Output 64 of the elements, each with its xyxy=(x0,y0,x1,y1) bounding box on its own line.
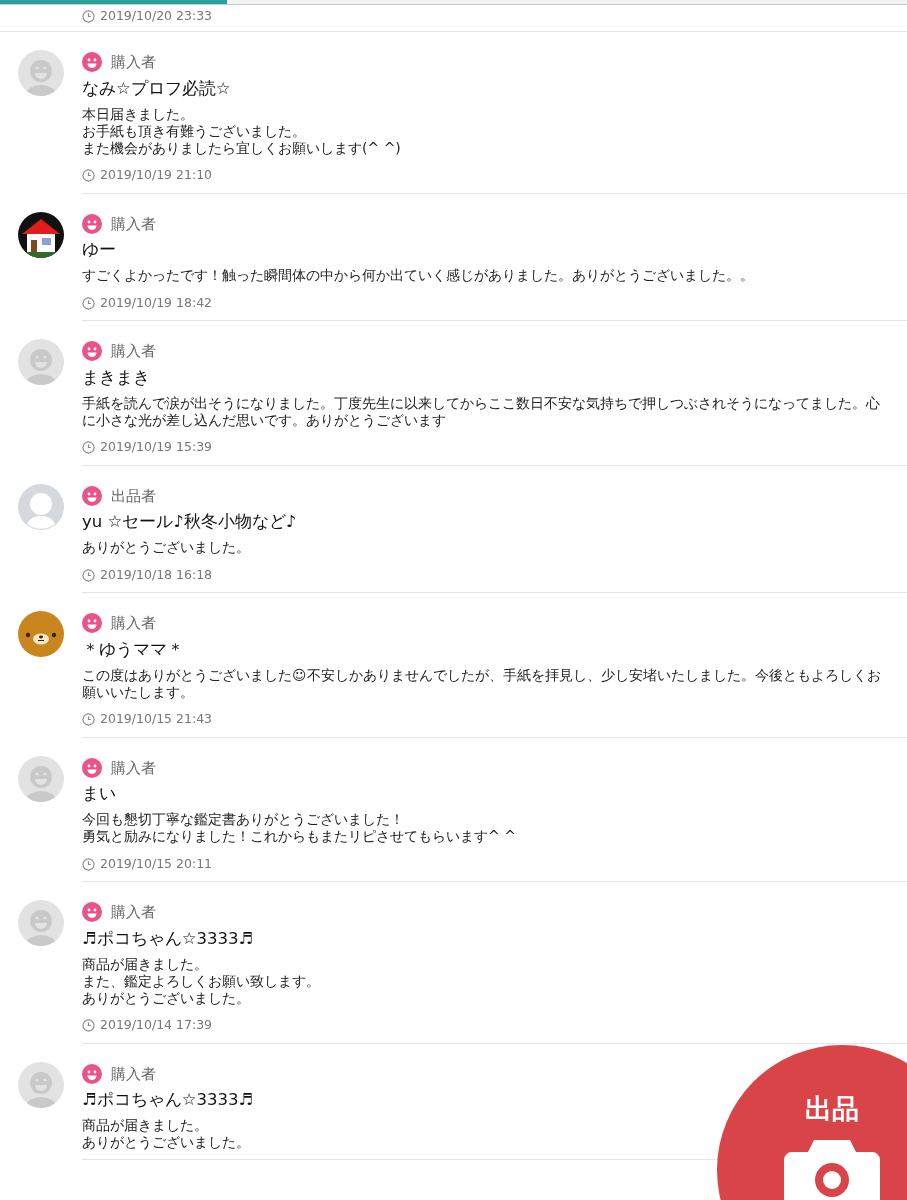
smiley-icon xyxy=(82,485,102,506)
clock-icon xyxy=(82,857,95,871)
user-name: ＊ゆうママ＊ xyxy=(82,638,184,661)
user-name: ♬ポコちゃん☆3333♬ xyxy=(82,927,254,950)
timestamp: 2019/10/14 17:39 xyxy=(100,1016,213,1035)
comment-line: 本日届きました。 xyxy=(82,105,195,123)
clock-icon xyxy=(82,9,95,23)
user-role: 購入者 xyxy=(111,1063,156,1085)
user-name: ♬ポコちゃん☆3333♬ xyxy=(82,1089,254,1111)
comment-line: 今回も懇切丁寧な鑑定書ありがとうございました！ xyxy=(82,811,405,828)
avatar-icon xyxy=(18,1061,64,1108)
user-name: yu ☆セール♪秋冬小物など♪ xyxy=(82,511,297,533)
avatar-icon xyxy=(18,755,64,802)
house-avatar-icon xyxy=(18,211,64,258)
user-role: 購入者 xyxy=(111,213,156,235)
clock-icon xyxy=(82,713,95,726)
user-role: 出品者 xyxy=(111,485,156,507)
smiley-icon xyxy=(82,52,102,73)
timestamp: 2019/10/18 16:18 xyxy=(100,565,213,584)
user-name: なみ☆プロフ必読☆ xyxy=(82,77,231,100)
comment-line: ありがとうございました。 xyxy=(82,1134,250,1151)
clock-icon xyxy=(82,169,95,182)
clock-icon xyxy=(82,1019,95,1032)
comment-line: お手紙も頂き有難うございました。 xyxy=(82,122,307,140)
comment-line: 商品が届きました。 xyxy=(82,955,209,973)
user-role: 購入者 xyxy=(111,613,156,634)
clock-icon xyxy=(82,296,95,310)
bear-avatar-icon xyxy=(18,611,64,657)
clock-icon xyxy=(82,568,95,582)
sell-button[interactable]: 出品 xyxy=(717,1045,907,1200)
user-name: まい xyxy=(82,783,116,805)
avatar-icon xyxy=(18,483,64,530)
timestamp: 2019/10/15 20:11 xyxy=(100,854,213,873)
user-role: 購入者 xyxy=(111,902,156,923)
user-name: ゆー xyxy=(82,239,116,261)
smiley-icon xyxy=(82,213,102,234)
comment-line: また機会がありましたら宜しくお願いします(^ ^) xyxy=(82,139,401,157)
avatar-icon xyxy=(18,339,64,385)
comment-line: 商品が届きました。 xyxy=(82,1117,209,1134)
user-name: まきまき xyxy=(82,366,150,389)
comment-line: ありがとうございました。 xyxy=(82,539,250,556)
smiley-icon xyxy=(82,1063,102,1084)
clock-icon xyxy=(82,441,95,454)
comment-line: また、鑑定よろしくお願い致します。 xyxy=(82,972,320,990)
smiley-icon xyxy=(82,341,102,362)
timestamp: 2019/10/20 23:33 xyxy=(100,6,213,25)
user-role: 購入者 xyxy=(111,757,156,779)
user-role: 購入者 xyxy=(111,341,156,362)
timestamp: 2019/10/19 18:42 xyxy=(100,293,213,312)
comment-line: 手紙を読んで涙が出そうになりました。丁度先生に以来してからここ数日不安な気持ちで押しつぶされそうになってました。心に小さな光が差し込んだ思いです。ありがとうございます xyxy=(82,394,881,429)
smiley-icon xyxy=(82,613,102,634)
camera-icon xyxy=(784,1139,880,1200)
timestamp: 2019/10/19 15:39 xyxy=(100,438,213,457)
smiley-icon xyxy=(82,757,102,778)
smiley-icon xyxy=(82,902,102,923)
timestamp: 2019/10/15 21:43 xyxy=(100,710,213,729)
user-role: 購入者 xyxy=(111,52,156,73)
comment-line: この度はありがとうございました☺不安しかありませんでしたが、手紙を拝見し、少し安堵いたしました。今後ともよろしくお願いいたします。 xyxy=(82,666,882,701)
timestamp: 2019/10/19 21:10 xyxy=(100,166,213,185)
comment-line: 勇気と励みになりました！これからもまたリピさせてもらいます^ ^ xyxy=(82,828,516,845)
comment-line: ありがとうございました。 xyxy=(82,989,251,1007)
comment-line: すごくよかったです！触った瞬間体の中から何か出ていく感じがありました。ありがとうございました。。 xyxy=(82,267,754,284)
avatar-icon xyxy=(18,50,64,96)
avatar-icon xyxy=(18,900,64,946)
